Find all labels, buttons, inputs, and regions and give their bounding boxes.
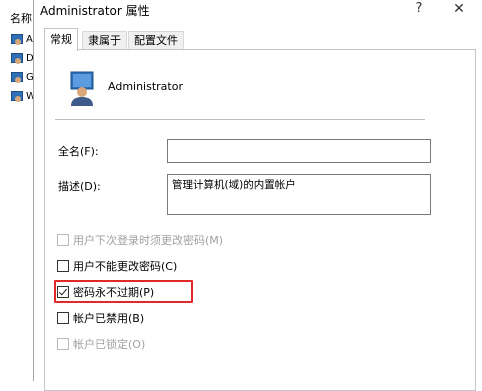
properties-dialog: Administrator 属性 ? ✕ 常规 隶属于 配置文件 Adminis… [33,0,482,391]
divider [55,119,425,120]
tab-profile[interactable]: 配置文件 [128,31,184,50]
help-button[interactable]: ? [406,0,432,18]
checkbox-box[interactable] [57,338,69,350]
checkbox-box[interactable] [57,312,69,324]
description-label: 描述(D): [58,180,101,193]
tab-member-of[interactable]: 隶属于 [82,31,127,50]
user-account-icon [10,34,24,47]
highlight-box [54,280,193,303]
dialog-title: Administrator 属性 [40,4,150,18]
user-account-icon [10,53,24,66]
checkbox-box[interactable] [57,260,69,272]
fullname-label: 全名(F): [58,145,99,158]
background-window: 名称 A D G W [0,0,36,381]
fullname-field[interactable] [167,139,431,163]
column-header-name: 名称 [10,12,32,25]
tab-general[interactable]: 常规 [44,28,78,51]
tab-panel-general: Administrator 全名(F): 描述(D): 管理计算机(域)的内置帐… [44,49,476,391]
checkbox-label: 帐户已锁定(O) [73,338,146,351]
list-item-label[interactable]: A [26,34,33,45]
checkbox-label: 用户不能更改密码(C) [73,260,178,273]
description-field[interactable]: 管理计算机(域)的内置帐户 [167,174,431,215]
checkbox-box[interactable] [57,234,69,246]
user-account-icon [65,70,99,106]
user-account-icon [10,72,24,85]
user-account-icon [10,91,24,104]
checkbox-label: 用户下次登录时须更改密码(M) [73,234,224,247]
close-button[interactable]: ✕ [444,0,474,18]
user-name: Administrator [108,80,183,93]
checkbox-label: 帐户已禁用(B) [73,312,145,325]
